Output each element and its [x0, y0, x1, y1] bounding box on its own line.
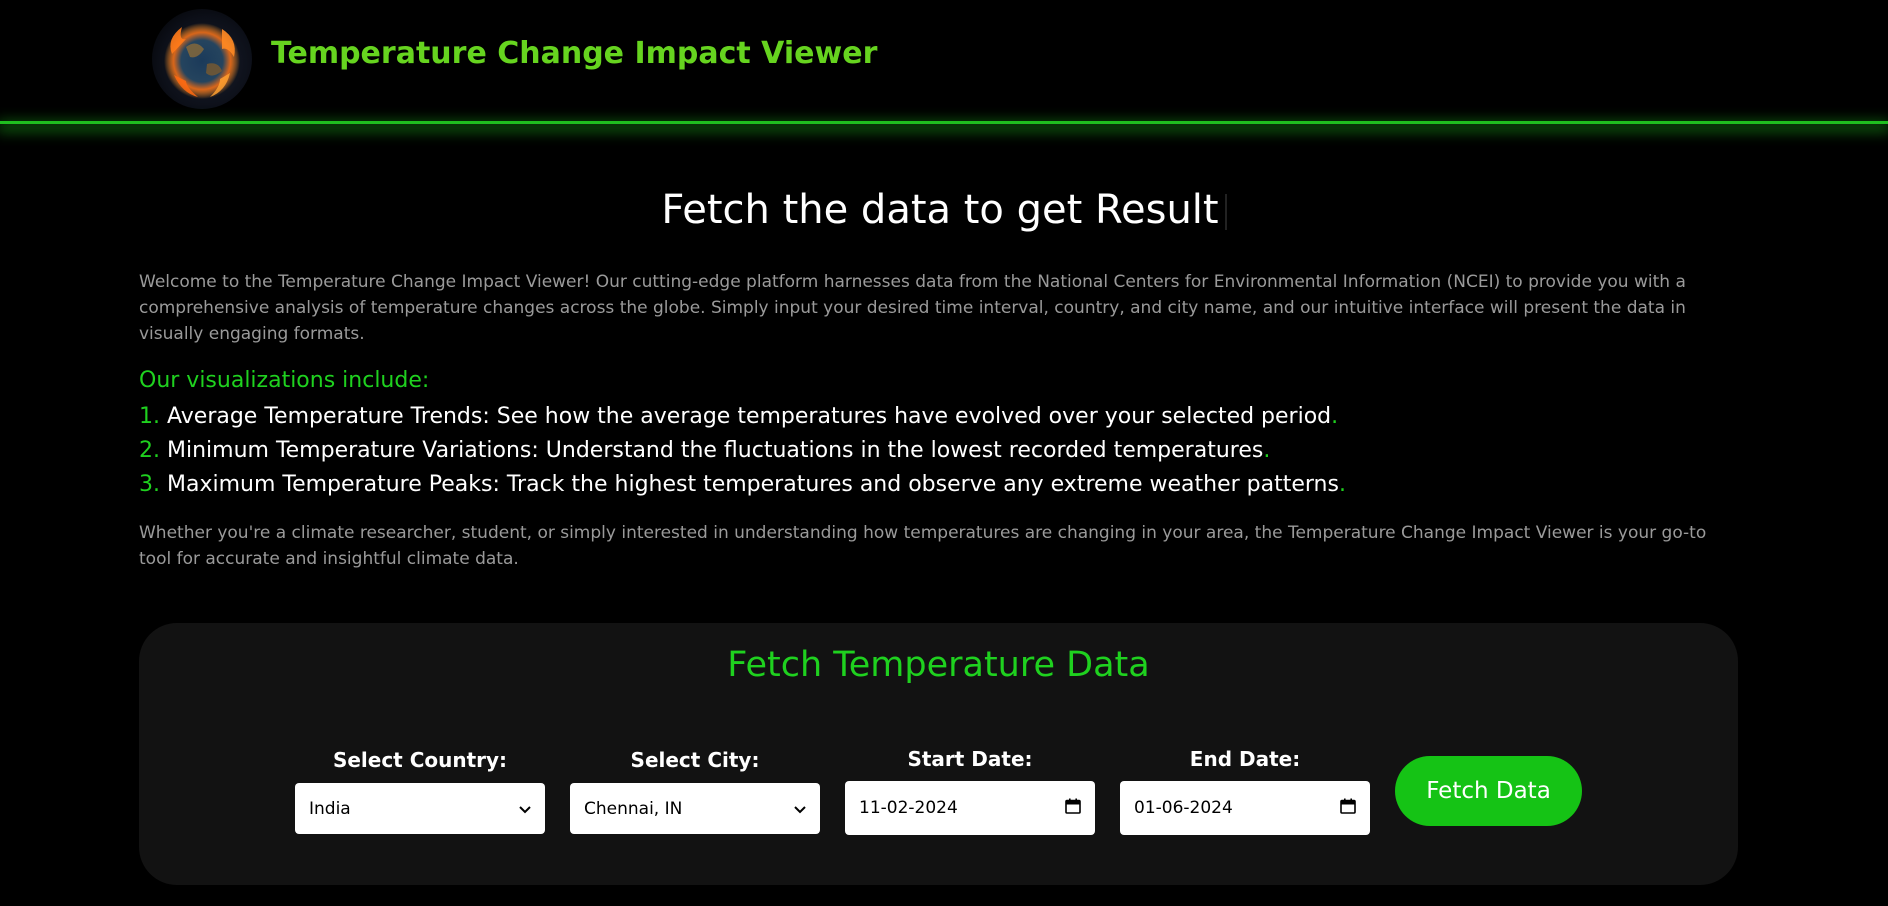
burning-earth-logo	[152, 9, 252, 109]
closing-paragraph: Whether you're a climate researcher, stu…	[139, 523, 1707, 569]
country-select[interactable]: India	[295, 783, 545, 834]
list-end: .	[1338, 472, 1346, 497]
list-text: Maximum Temperature Peaks: Track the hig…	[167, 472, 1339, 497]
list-end: .	[1331, 404, 1339, 429]
list-end: .	[1263, 438, 1271, 463]
end-date-input[interactable]: 01-06-2024	[1120, 781, 1370, 835]
visualizations-list: 1. Average Temperature Trends: See how t…	[139, 400, 1346, 502]
chevron-down-icon	[794, 799, 806, 819]
start-date-label: Start Date:	[907, 747, 1033, 771]
calendar-icon[interactable]	[1340, 798, 1356, 819]
chevron-down-icon	[519, 799, 531, 819]
list-item: 3. Maximum Temperature Peaks: Track the …	[139, 468, 1346, 502]
app-title: Temperature Change Impact Viewer	[271, 36, 878, 71]
start-date-value: 11-02-2024	[859, 798, 958, 818]
list-text: Average Temperature Trends: See how the …	[167, 404, 1332, 429]
list-number: 3.	[139, 472, 160, 497]
list-number: 2.	[139, 438, 160, 463]
form-title: Fetch Temperature Data	[727, 645, 1150, 685]
end-date-label: End Date:	[1189, 747, 1301, 771]
city-select-value: Chennai, IN	[584, 798, 683, 819]
page-title-text: Fetch the data to get Result	[661, 187, 1219, 233]
fetch-data-button[interactable]: Fetch Data	[1395, 756, 1582, 826]
calendar-icon[interactable]	[1065, 798, 1081, 819]
city-select[interactable]: Chennai, IN	[570, 783, 820, 834]
country-select-value: India	[309, 798, 351, 819]
country-label: Select Country:	[332, 748, 508, 772]
app-header: Temperature Change Impact Viewer	[0, 0, 1888, 121]
intro-paragraph: Welcome to the Temperature Change Impact…	[139, 272, 1686, 344]
list-text: Minimum Temperature Variations: Understa…	[167, 438, 1264, 463]
text-cursor	[1224, 194, 1227, 230]
list-item: 1. Average Temperature Trends: See how t…	[139, 400, 1346, 434]
visualizations-heading: Our visualizations include:	[139, 368, 430, 393]
fetch-form-panel: Fetch Temperature Data Select Country: I…	[139, 623, 1738, 885]
end-date-value: 01-06-2024	[1134, 798, 1233, 818]
list-item: 2. Minimum Temperature Variations: Under…	[139, 434, 1346, 468]
start-date-input[interactable]: 11-02-2024	[845, 781, 1095, 835]
page-title: Fetch the data to get Result	[0, 187, 1888, 233]
header-divider	[0, 121, 1888, 124]
city-label: Select City:	[630, 748, 760, 772]
list-number: 1.	[139, 404, 160, 429]
